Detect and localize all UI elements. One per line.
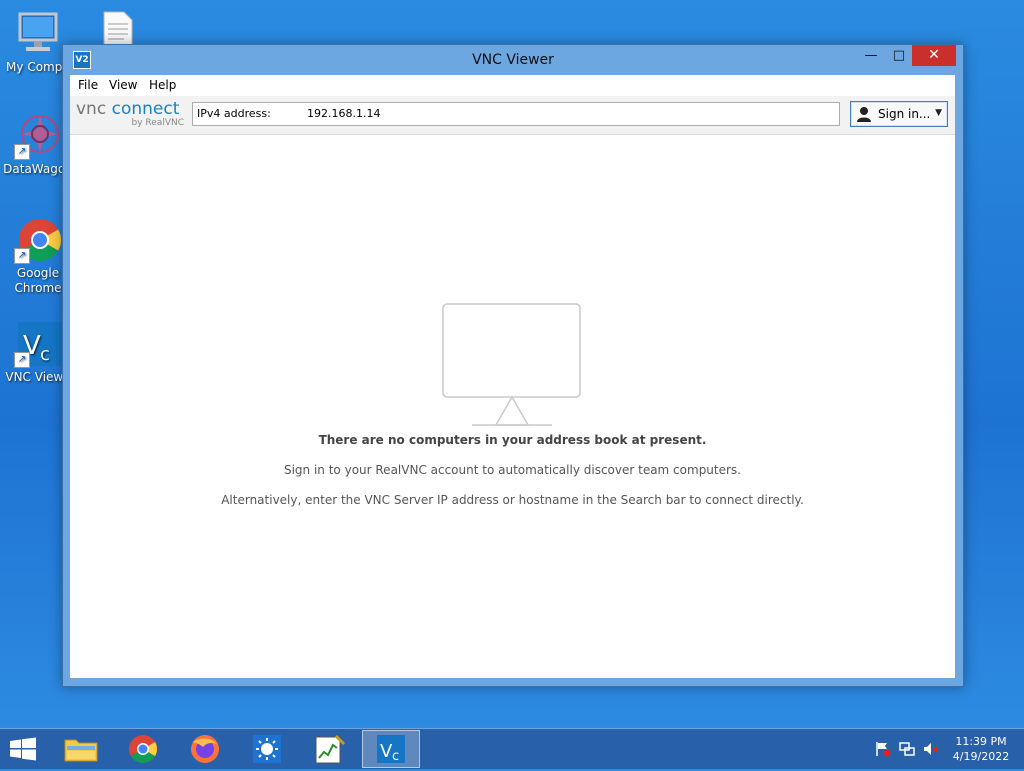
clock-time: 11:39 PM xyxy=(955,735,1007,748)
menu-help[interactable]: Help xyxy=(149,78,176,92)
chart-app-icon xyxy=(315,734,346,764)
taskbar-chart-app[interactable] xyxy=(300,730,358,768)
svg-text:c: c xyxy=(392,749,399,764)
taskbar-file-explorer[interactable] xyxy=(52,730,110,768)
menu-file[interactable]: File xyxy=(78,78,98,92)
minimize-button[interactable]: — xyxy=(858,45,884,66)
chevron-down-icon: ▼ xyxy=(935,108,942,118)
svg-text:c: c xyxy=(40,344,50,365)
search-address-bar[interactable]: IPv4 address: 192.168.1.14 xyxy=(192,102,840,126)
clock-date: 4/19/2022 xyxy=(952,750,1010,763)
vnc-viewer-icon: V c xyxy=(377,735,405,764)
shortcut-arrow-icon: ↗ xyxy=(14,144,30,160)
monitor-illustration-icon xyxy=(442,303,584,432)
window-client-area: File View Help vnc connect by RealVNC IP… xyxy=(70,75,955,678)
firefox-icon xyxy=(191,735,219,763)
sign-in-button[interactable]: Sign in... ▼ xyxy=(850,101,948,127)
taskbar: V c 11:39 PM 4/19/2022 xyxy=(0,728,1024,769)
address-value[interactable]: 192.168.1.14 xyxy=(307,107,380,120)
action-center-flag-icon[interactable] xyxy=(875,741,891,757)
vnc-viewer-icon: V c ↗ xyxy=(14,320,62,368)
start-button[interactable] xyxy=(8,737,38,761)
sign-in-label: Sign in... xyxy=(878,107,931,121)
menu-bar: File View Help xyxy=(70,75,955,96)
maximize-button[interactable]: □ xyxy=(886,45,912,66)
datawagon-icon: ↗ xyxy=(14,112,62,160)
taskbar-weather-app[interactable] xyxy=(238,730,296,768)
address-book-empty-state: There are no computers in your address b… xyxy=(70,135,955,678)
file-explorer-icon xyxy=(64,739,98,762)
shortcut-arrow-icon: ↗ xyxy=(14,352,30,368)
network-icon[interactable] xyxy=(899,741,915,757)
window-title: VNC Viewer xyxy=(472,52,554,68)
vnc-viewer-window: V2 VNC Viewer — □ ✕ File View Help vnc c… xyxy=(62,44,964,687)
vnc-connect-logo: vnc connect by RealVNC xyxy=(76,99,184,128)
weather-app-icon xyxy=(253,735,281,763)
taskbar-chrome[interactable] xyxy=(114,730,172,768)
empty-state-search-hint: Alternatively, enter the VNC Server IP a… xyxy=(221,493,804,507)
chrome-icon xyxy=(129,735,157,763)
address-type-label: IPv4 address: xyxy=(197,107,271,120)
taskbar-vnc-viewer[interactable]: V c xyxy=(362,730,420,768)
menu-view[interactable]: View xyxy=(109,78,137,92)
shortcut-arrow-icon: ↗ xyxy=(14,248,30,264)
title-bar[interactable]: V2 VNC Viewer — □ ✕ xyxy=(63,45,963,75)
user-icon xyxy=(856,106,872,122)
empty-state-signin-hint: Sign in to your RealVNC account to autom… xyxy=(283,463,741,477)
taskbar-firefox[interactable] xyxy=(176,730,234,768)
computer-icon xyxy=(14,10,62,58)
empty-state-heading: There are no computers in your address b… xyxy=(318,433,707,447)
toolbar: vnc connect by RealVNC IPv4 address: 192… xyxy=(70,96,955,135)
close-button[interactable]: ✕ xyxy=(912,45,956,66)
volume-muted-icon[interactable] xyxy=(923,741,939,757)
windows-logo-icon xyxy=(10,737,36,761)
system-clock[interactable]: 11:39 PM 4/19/2022 xyxy=(944,734,1018,764)
chrome-icon: ↗ xyxy=(14,216,62,264)
